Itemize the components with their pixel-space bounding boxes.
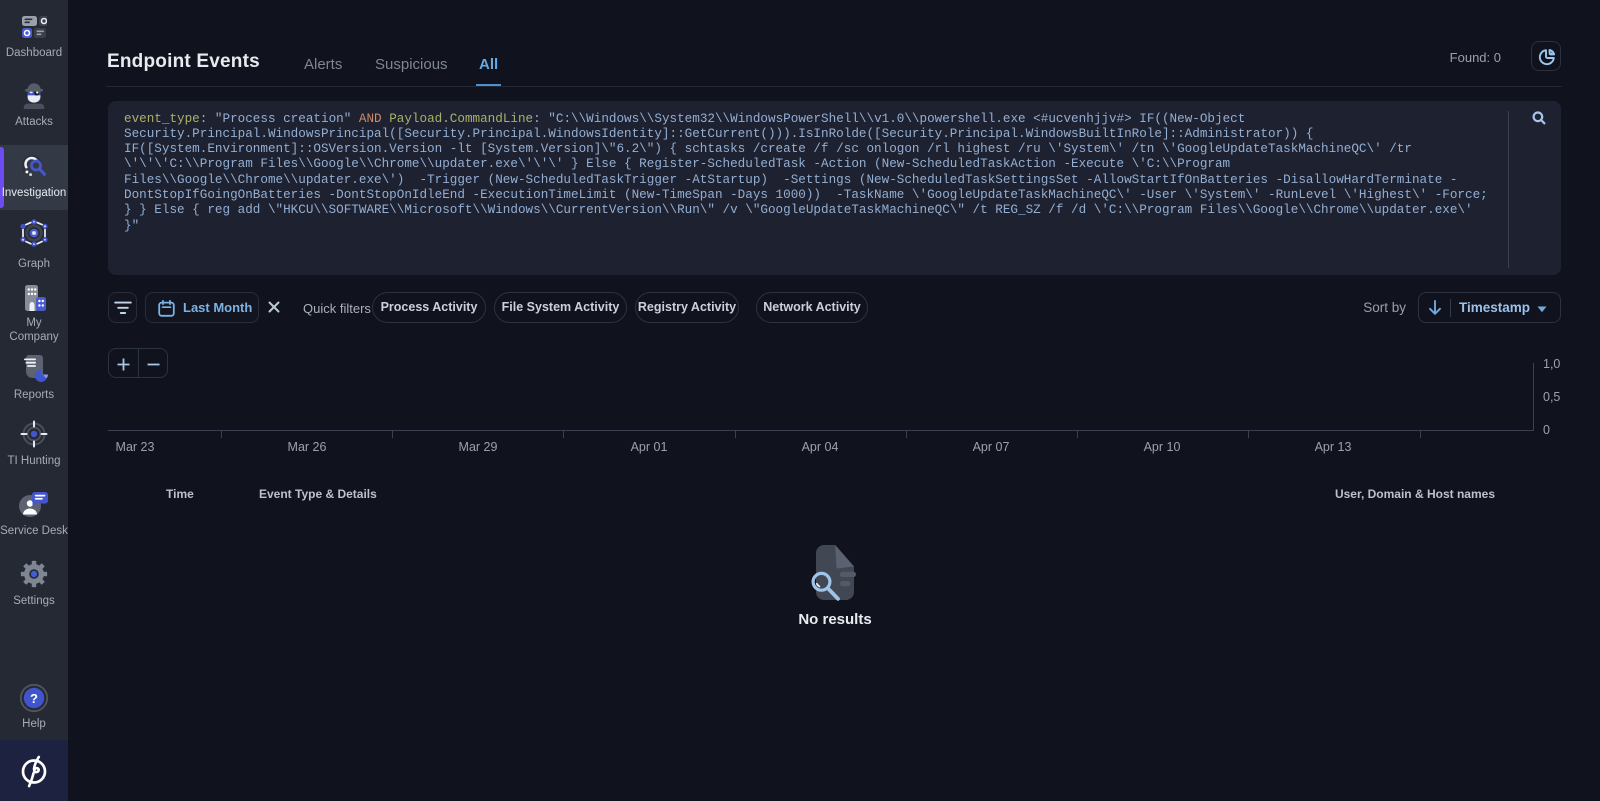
svg-text:?: ? <box>30 691 38 706</box>
